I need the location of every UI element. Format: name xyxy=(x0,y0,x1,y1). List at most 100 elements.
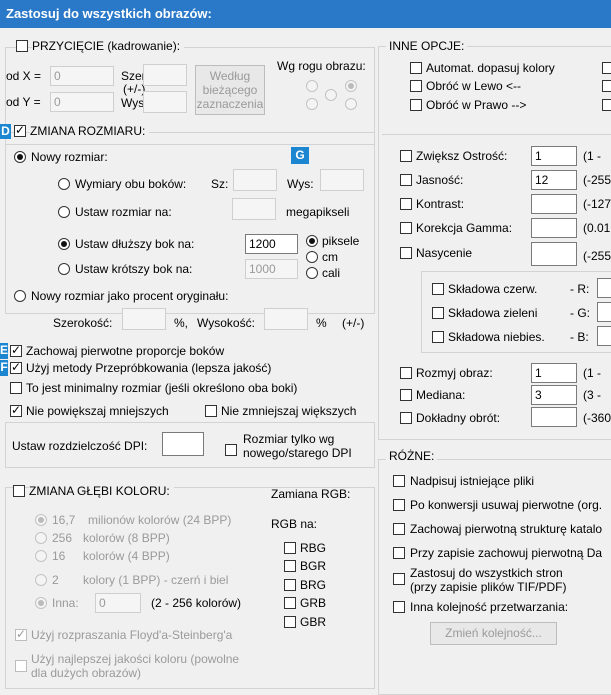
blur-checkbox[interactable] xyxy=(400,367,412,379)
delete-original-checkbox[interactable] xyxy=(393,499,405,511)
percent-height-input[interactable] xyxy=(264,308,308,330)
saturation-checkbox[interactable] xyxy=(400,247,412,259)
shorter-side-radio[interactable] xyxy=(58,263,70,275)
keep-folders-checkbox[interactable] xyxy=(393,523,405,535)
badge-f: F xyxy=(0,360,8,376)
resample-label: Użyj metody Przepróbkowania (lepsza jako… xyxy=(26,361,272,375)
rgb-bgr-checkbox[interactable] xyxy=(284,560,296,572)
keep-folders-label: Zachowaj pierwotną strukturę katalo xyxy=(410,522,603,536)
extra-option-checkbox-2[interactable] xyxy=(602,80,611,92)
blue-component-checkbox[interactable] xyxy=(432,331,444,343)
odx-label: od X = xyxy=(6,69,42,83)
brightness-input[interactable]: 12 xyxy=(531,170,577,190)
brightness-checkbox[interactable] xyxy=(400,174,412,186)
brightness-label: Jasność: xyxy=(416,173,464,187)
auto-colors-checkbox[interactable] xyxy=(410,62,422,74)
set-size-radio[interactable] xyxy=(58,206,70,218)
no-enlarge-checkbox[interactable] xyxy=(10,403,22,417)
odx-input[interactable]: 0 xyxy=(50,66,114,86)
both-height-input[interactable] xyxy=(320,169,364,191)
extra-option-checkbox-1[interactable] xyxy=(602,62,611,74)
ody-input[interactable]: 0 xyxy=(50,92,114,112)
median-input[interactable]: 3 xyxy=(531,385,577,405)
keep-ratio-checkbox[interactable] xyxy=(10,343,22,357)
corner-center-radio[interactable] xyxy=(325,89,337,101)
contrast-checkbox[interactable] xyxy=(400,198,412,210)
gamma-checkbox[interactable] xyxy=(400,222,412,234)
contrast-label: Kontrast: xyxy=(416,197,465,211)
unit-inch-radio[interactable] xyxy=(306,267,318,279)
depth-24bpp-radio[interactable] xyxy=(35,514,47,526)
unit-cm-radio[interactable] xyxy=(306,251,318,263)
by-selection-button[interactable]: Według bieżącego zaznaczenia xyxy=(195,65,265,115)
rgb-grb-checkbox[interactable] xyxy=(284,597,296,609)
red-component-input[interactable] xyxy=(597,278,611,298)
exact-rotate-checkbox[interactable] xyxy=(400,412,412,424)
color-depth-checkbox[interactable] xyxy=(13,485,25,497)
unit-pixels-radio[interactable] xyxy=(306,235,318,247)
shorter-side-input[interactable]: 1000 xyxy=(245,259,298,279)
rgb-brg-checkbox[interactable] xyxy=(284,579,296,591)
both-dims-radio[interactable] xyxy=(58,178,70,190)
overwrite-checkbox[interactable] xyxy=(393,475,405,487)
depth-1bpp-radio[interactable] xyxy=(35,574,47,586)
keep-date-checkbox[interactable] xyxy=(393,547,405,559)
change-order-button[interactable]: Zmień kolejność... xyxy=(430,622,557,645)
red-component-checkbox[interactable] xyxy=(432,283,444,295)
exact-rotate-input[interactable] xyxy=(531,407,577,427)
dpi-input[interactable] xyxy=(162,432,204,456)
corner-top-left-radio[interactable] xyxy=(306,80,318,92)
new-size-radio[interactable] xyxy=(14,151,26,163)
minimal-size-label: To jest minimalny rozmiar (jeśli określo… xyxy=(26,381,298,395)
depth-8bpp-radio[interactable] xyxy=(35,532,47,544)
rgb-rbg-checkbox[interactable] xyxy=(284,542,296,554)
green-component-input[interactable] xyxy=(597,302,611,322)
minimal-size-checkbox[interactable] xyxy=(10,382,22,394)
longer-side-input[interactable]: 1200 xyxy=(245,234,298,254)
megapixels-label: megapikseli xyxy=(286,205,350,219)
depth-24bpp-num: 16,7 xyxy=(52,513,76,527)
new-size-label: Nowy rozmiar: xyxy=(31,150,108,164)
sharpen-checkbox[interactable] xyxy=(400,150,412,162)
saturation-input[interactable] xyxy=(531,242,577,266)
percent-width-input[interactable] xyxy=(122,308,166,330)
crop-height-input[interactable] xyxy=(143,91,187,113)
both-width-input[interactable] xyxy=(233,169,277,191)
sz-label: Sz: xyxy=(211,177,229,191)
rotate-right-checkbox[interactable] xyxy=(410,99,422,111)
crop-checkbox[interactable] xyxy=(16,40,28,52)
processing-order-checkbox[interactable] xyxy=(393,601,405,613)
unit-pixels-label: piksele xyxy=(322,234,360,248)
depth-4bpp-radio[interactable] xyxy=(35,550,47,562)
depth-other-input[interactable]: 0 xyxy=(95,593,141,613)
green-component-checkbox[interactable] xyxy=(432,307,444,319)
keep-ratio-label: Zachowaj pierwotne proporcje boków xyxy=(26,344,225,358)
rotate-left-checkbox[interactable] xyxy=(410,80,422,92)
dither-checkbox[interactable] xyxy=(15,627,27,641)
longer-side-radio[interactable] xyxy=(58,238,70,250)
rgb-gbr-checkbox[interactable] xyxy=(284,616,296,628)
both-dims-label: Wymiary obu boków: xyxy=(75,177,187,191)
dither-label: Użyj rozpraszania Floyd'a-Steinberg'a xyxy=(31,628,233,642)
depth-8bpp-num: 256 xyxy=(52,531,73,545)
crop-width-input[interactable] xyxy=(143,64,187,86)
all-pages-checkbox[interactable] xyxy=(393,573,405,585)
no-shrink-checkbox[interactable] xyxy=(205,405,217,417)
contrast-input[interactable] xyxy=(531,194,577,214)
median-checkbox[interactable] xyxy=(400,389,412,401)
extra-option-checkbox-3[interactable] xyxy=(602,99,611,111)
corner-bottom-right-radio[interactable] xyxy=(345,98,357,110)
megapixels-input[interactable] xyxy=(232,198,276,220)
corner-top-right-radio[interactable] xyxy=(345,80,357,92)
resample-checkbox[interactable] xyxy=(10,360,22,374)
blue-component-input[interactable] xyxy=(597,326,611,346)
corner-bottom-left-radio[interactable] xyxy=(306,98,318,110)
blur-input[interactable]: 1 xyxy=(531,363,577,383)
best-color-checkbox[interactable] xyxy=(15,660,27,672)
size-only-dpi-checkbox[interactable] xyxy=(225,444,237,456)
sharpen-input[interactable]: 1 xyxy=(531,146,577,166)
depth-other-radio[interactable] xyxy=(35,597,47,609)
gamma-input[interactable] xyxy=(531,218,577,238)
resize-checkbox[interactable] xyxy=(14,123,26,137)
percent-radio[interactable] xyxy=(14,290,26,302)
